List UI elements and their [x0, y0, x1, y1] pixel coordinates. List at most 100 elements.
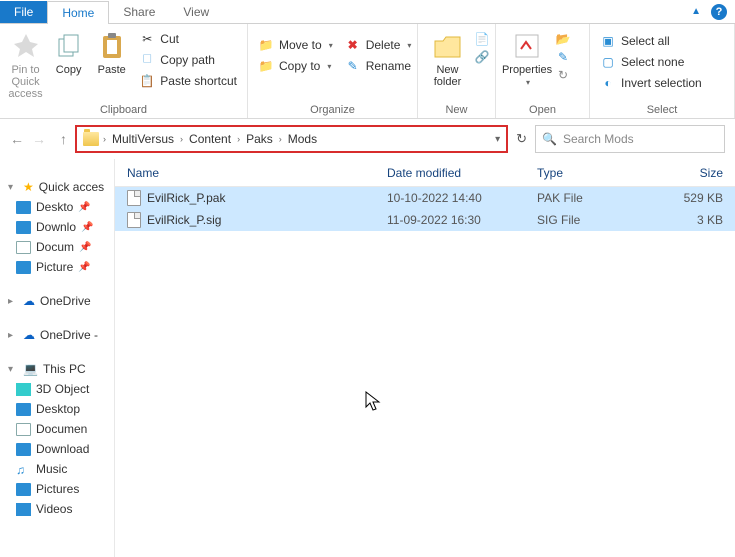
pin-to-quick-access-button[interactable]: Pin to Quick access [6, 26, 45, 100]
column-size[interactable]: Size [645, 166, 735, 180]
cut-button[interactable]: ✂Cut [135, 30, 241, 48]
tree-quick-access[interactable]: ▾★Quick acces [4, 177, 114, 197]
select-all-icon: ▣ [600, 33, 616, 49]
pin-icon: 📌 [79, 242, 91, 253]
edit-icon[interactable]: ✎ [556, 50, 570, 64]
tree-item-documents[interactable]: Docum📌 [4, 237, 114, 257]
mouse-cursor-icon [365, 391, 381, 411]
chevron-right-icon: › [237, 134, 240, 144]
rename-icon: ✎ [345, 58, 361, 74]
onedrive-icon: ☁ [23, 294, 35, 308]
tree-item-desktop[interactable]: Deskto📌 [4, 197, 114, 217]
history-icon[interactable]: ↻ [556, 68, 570, 82]
copy-path-button[interactable]: 🗆Copy path [135, 51, 241, 69]
tree-item-downloads[interactable]: Download [4, 439, 114, 459]
chevron-down-icon: ▾ [329, 41, 333, 50]
open-icon[interactable]: 📂 [556, 32, 570, 46]
column-name[interactable]: Name [115, 166, 375, 180]
tab-file[interactable]: File [0, 1, 47, 23]
properties-icon [513, 32, 541, 60]
navigation-tree[interactable]: ▾★Quick acces Deskto📌 Downlo📌 Docum📌 Pic… [0, 159, 115, 557]
tab-view[interactable]: View [169, 1, 223, 23]
file-size: 3 KB [645, 213, 735, 227]
file-row[interactable]: EvilRick_P.pak 10-10-2022 14:40 PAK File… [115, 187, 735, 209]
tree-item-pictures[interactable]: Pictures [4, 479, 114, 499]
paste-icon [99, 32, 125, 60]
address-bar[interactable]: › MultiVersus › Content › Paks › Mods ▾ [75, 125, 508, 153]
breadcrumb-item[interactable]: Paks [244, 130, 275, 148]
open-group-label: Open [502, 104, 583, 118]
folder-icon [83, 132, 99, 146]
new-group-label: New [424, 104, 489, 118]
paste-shortcut-button[interactable]: 📋Paste shortcut [135, 72, 241, 90]
select-all-button[interactable]: ▣Select all [596, 32, 706, 50]
pin-icon: 📌 [81, 222, 93, 233]
rename-button[interactable]: ✎Rename [341, 57, 416, 75]
tab-share[interactable]: Share [109, 1, 169, 23]
delete-button[interactable]: ✖Delete▾ [341, 36, 416, 54]
easy-access-icon[interactable]: 🔗 [475, 50, 489, 64]
collapse-ribbon-icon[interactable]: ▲ [691, 6, 701, 17]
column-date[interactable]: Date modified [375, 166, 525, 180]
chevron-right-icon: › [279, 134, 282, 144]
tree-item-videos[interactable]: Videos [4, 499, 114, 519]
tree-item-desktop[interactable]: Desktop [4, 399, 114, 419]
tree-item-documents[interactable]: Documen [4, 419, 114, 439]
clipboard-group-label: Clipboard [6, 104, 241, 118]
pin-icon: 📌 [78, 262, 90, 273]
desktop-icon [16, 403, 31, 416]
chevron-down-icon: ▾ [526, 78, 530, 87]
search-placeholder: Search Mods [563, 132, 634, 146]
breadcrumb-item[interactable]: MultiVersus [110, 130, 176, 148]
breadcrumb-item[interactable]: Content [187, 130, 233, 148]
copy-button[interactable]: Copy [49, 26, 88, 76]
pin-label: Pin to Quick access [6, 64, 45, 100]
onedrive-icon: ☁ [23, 328, 35, 342]
move-to-icon: 📁 [258, 37, 274, 53]
downloads-icon [16, 221, 31, 234]
tree-item-3d-objects[interactable]: 3D Object [4, 379, 114, 399]
tree-item-music[interactable]: ♫Music [4, 459, 114, 479]
copy-path-icon: 🗆 [139, 52, 155, 68]
help-icon[interactable]: ? [711, 4, 727, 20]
select-none-button[interactable]: ▢Select none [596, 53, 706, 71]
copy-to-button[interactable]: 📁Copy to▾ [254, 57, 337, 75]
search-icon: 🔍 [542, 132, 557, 146]
new-folder-icon [433, 33, 463, 59]
refresh-button[interactable]: ↻ [516, 131, 527, 147]
breadcrumb-item[interactable]: Mods [286, 130, 319, 148]
organize-group-label: Organize [254, 104, 411, 118]
back-button[interactable]: ← [10, 131, 24, 147]
tree-this-pc[interactable]: ▾💻This PC [4, 359, 114, 379]
up-button[interactable]: ↑ [60, 131, 67, 147]
tree-onedrive-personal[interactable]: ▸☁OneDrive - [4, 325, 114, 345]
tree-item-downloads[interactable]: Downlo📌 [4, 217, 114, 237]
file-name: EvilRick_P.sig [147, 213, 221, 227]
invert-selection-button[interactable]: ◐Invert selection [596, 74, 706, 92]
search-input[interactable]: 🔍 Search Mods [535, 125, 725, 153]
move-to-button[interactable]: 📁Move to▾ [254, 36, 337, 54]
videos-icon [16, 503, 31, 516]
column-type[interactable]: Type [525, 166, 645, 180]
new-folder-button[interactable]: New folder [424, 26, 471, 88]
paste-button[interactable]: Paste [92, 26, 131, 76]
paste-shortcut-icon: 📋 [139, 73, 155, 89]
tree-item-pictures[interactable]: Picture📌 [4, 257, 114, 277]
file-row[interactable]: EvilRick_P.sig 11-09-2022 16:30 SIG File… [115, 209, 735, 231]
forward-button[interactable]: → [32, 131, 46, 147]
chevron-down-icon: ▾ [327, 62, 331, 71]
chevron-down-icon: ▾ [407, 41, 411, 50]
pin-icon [12, 32, 40, 60]
pin-icon: 📌 [78, 202, 90, 213]
tab-home[interactable]: Home [47, 1, 109, 24]
address-dropdown-icon[interactable]: ▾ [495, 134, 500, 145]
this-pc-icon: 💻 [23, 362, 38, 376]
new-item-icon[interactable]: 📄 [475, 32, 489, 46]
properties-label: Properties [502, 64, 552, 76]
tree-onedrive[interactable]: ▸☁OneDrive [4, 291, 114, 311]
select-group-label: Select [596, 104, 728, 118]
copy-icon [56, 33, 82, 59]
properties-button[interactable]: Properties ▾ [502, 26, 552, 89]
new-folder-label: New folder [424, 64, 471, 88]
documents-icon [16, 241, 31, 254]
